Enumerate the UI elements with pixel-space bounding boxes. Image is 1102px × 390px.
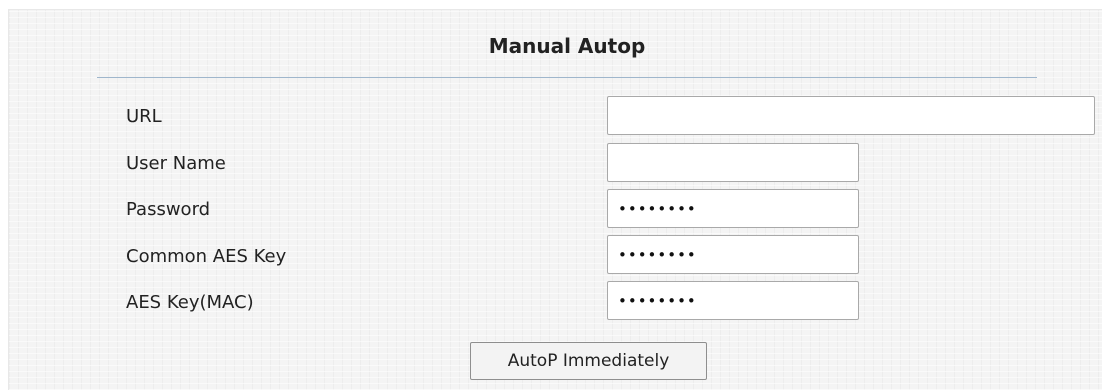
autop-immediately-button[interactable]: AutoP Immediately [470,342,707,380]
title-divider [97,77,1037,78]
url-input[interactable] [607,96,1095,135]
common-aes-key-label: Common AES Key [126,246,287,267]
section-title: Manual Autop [488,34,646,58]
user-name-label: User Name [126,153,226,174]
url-label: URL [126,106,162,127]
aes-key-mac-input[interactable] [607,281,859,320]
password-label: Password [126,199,211,220]
user-name-input[interactable] [607,143,859,182]
common-aes-key-input[interactable] [607,235,859,274]
password-input[interactable] [607,189,859,228]
aes-key-mac-label: AES Key(MAC) [126,292,254,313]
